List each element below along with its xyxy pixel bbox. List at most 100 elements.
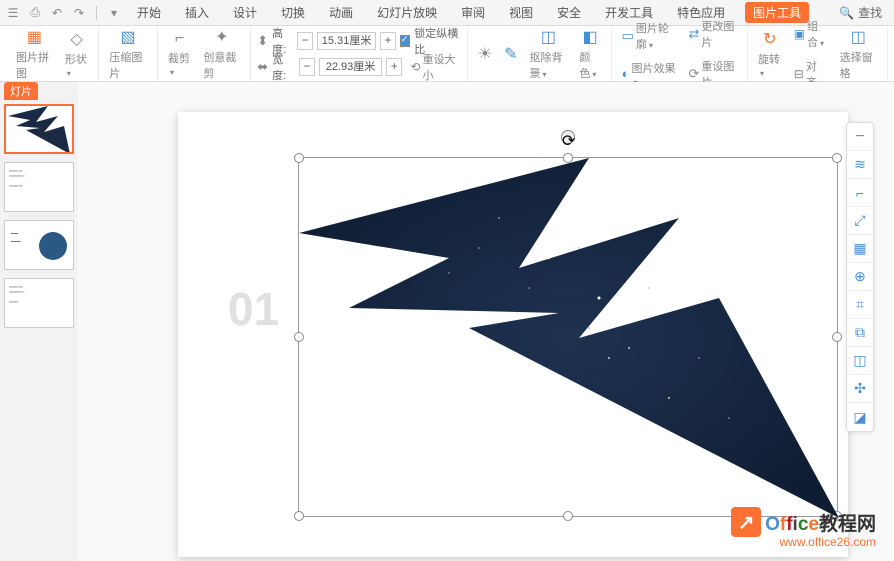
tab-start[interactable]: 开始 [133, 2, 165, 23]
lightning-bolt-image[interactable] [299, 158, 839, 518]
color-label: 颜色▾ [579, 49, 600, 81]
remove-bg-icon: ◫ [541, 27, 556, 47]
quick-access-toolbar: ☰ ⎙ ↶ ↷ ▾ [6, 6, 133, 20]
pic-stitch-button[interactable]: ▦ 图片拼图 [12, 25, 57, 83]
height-row: ⬍ 高度: − 15.31厘米 + 锁定纵横比 [257, 30, 461, 52]
tab-insert[interactable]: 插入 [181, 2, 213, 23]
rotate-button[interactable]: ↻ 旋转▾ [754, 27, 786, 81]
separator [96, 6, 97, 20]
search-icon: 🔍 [839, 6, 854, 20]
width-label: 宽度: [272, 51, 295, 83]
color-button[interactable]: ◧ 颜色▾ [575, 25, 604, 83]
selection-box[interactable]: ⟳ [298, 157, 838, 517]
ribbon-group-crop: ⌐ 裁剪▾ ✦ 创意裁剪 [158, 26, 251, 81]
ribbon-group-size: ⬍ 高度: − 15.31厘米 + 锁定纵横比 ⬌ 宽度: − 22.93厘米 … [251, 26, 468, 81]
grid-tool-icon[interactable]: ▦ [847, 235, 873, 263]
change-pic-button[interactable]: ⇄ 更改图片 [685, 16, 741, 52]
menu-bar: ☰ ⎙ ↶ ↷ ▾ 开始 插入 设计 切换 动画 幻灯片放映 审阅 视图 安全 … [0, 0, 894, 26]
group-button[interactable]: ▣ 组合▾ [790, 16, 832, 52]
width-row: ⬌ 宽度: − 22.93厘米 + ⟲重设大小 [257, 56, 461, 78]
rotate-icon: ↻ [763, 29, 776, 49]
zoom-tool-icon[interactable]: ⊕ [847, 263, 873, 291]
ribbon: ▦ 图片拼图 ◇ 形状▾ ▧ 压缩图片 ⌐ 裁剪▾ ✦ 创意裁剪 ⬍ 高度: − [0, 26, 894, 82]
height-decrease-button[interactable]: − [297, 32, 313, 50]
selection-pane-button[interactable]: ◫ 选择窗格 [836, 25, 881, 83]
sharpen-button[interactable]: ✎ [500, 42, 521, 66]
lock-ratio-checkbox[interactable] [400, 35, 410, 47]
tab-review[interactable]: 审阅 [457, 2, 489, 23]
pic-outline-button[interactable]: ▭ 图片轮廓▾ [618, 18, 681, 54]
tab-animation[interactable]: 动画 [325, 2, 357, 23]
change-pic-label: 更改图片 [701, 18, 737, 50]
thumb-bolt-icon [6, 106, 74, 154]
reset-pic-icon: ⟳ [689, 66, 700, 82]
duplicate-tool-icon[interactable]: ◫ [847, 347, 873, 375]
group-label: 组合▾ [807, 18, 828, 50]
qat-dropdown-icon[interactable]: ▾ [107, 6, 121, 20]
tab-slideshow[interactable]: 幻灯片放映 [373, 2, 441, 23]
crop-button[interactable]: ⌐ 裁剪▾ [164, 28, 196, 80]
tab-design[interactable]: 设计 [229, 2, 261, 23]
height-value[interactable]: 15.31厘米 [317, 32, 376, 50]
crop-icon: ⌐ [175, 30, 184, 48]
search-button[interactable]: 🔍 查找 [839, 4, 882, 21]
redo-icon[interactable]: ↷ [72, 6, 86, 20]
slide-thumb-1[interactable] [4, 104, 74, 154]
filter-tool-icon[interactable]: ⌗ [847, 291, 873, 319]
selection-pane-label: 选择窗格 [840, 49, 877, 81]
fit-tool-icon[interactable]: ⤢ [847, 207, 873, 235]
width-increase-button[interactable]: + [386, 58, 402, 76]
tab-transition[interactable]: 切换 [277, 2, 309, 23]
main-area: 灯片 ━━━━━ ━━━━━━━━━ ━━━━━━ ━━ ━━━ ━━━━ ━━… [0, 82, 894, 561]
slide[interactable]: 01 ⟳ [178, 112, 848, 557]
remove-bg-label: 抠除背景▾ [530, 49, 568, 81]
watermark-url: www.office26.com [731, 535, 876, 549]
style-col2: ⇄ 更改图片 ⟳ 重设图片 [685, 16, 741, 92]
layers-tool-icon[interactable]: ≋ [847, 151, 873, 179]
watermark-brand: Office教程网 [765, 509, 876, 536]
watermark: ↗ Office教程网 www.office26.com [731, 507, 876, 549]
remove-bg-button[interactable]: ◫ 抠除背景▾ [526, 25, 572, 83]
thumb-tab-label[interactable]: 灯片 [4, 82, 38, 100]
sharpen-icon: ✎ [504, 44, 517, 64]
compress-button[interactable]: ▧ 压缩图片 [105, 25, 150, 83]
slide-thumb-4[interactable]: ━━━━━ ━━━━━━━━━ ━━━━━━ [4, 278, 74, 328]
compress-icon: ▧ [121, 27, 136, 47]
mask-tool-icon[interactable]: ◪ [847, 403, 873, 431]
copy-tool-icon[interactable]: ⧉ [847, 319, 873, 347]
print-icon[interactable]: ⎙ [28, 6, 42, 20]
ribbon-group-style: ▭ 图片轮廓▾ ◐ 图片效果▾ ⇄ 更改图片 ⟳ 重设图片 [612, 26, 748, 81]
width-value[interactable]: 22.93厘米 [319, 58, 382, 76]
brightness-button[interactable]: ☀ [474, 42, 496, 66]
canvas-area[interactable]: 01 ⟳ [78, 82, 894, 561]
slide-thumb-2[interactable]: ━━━━━ ━━━━━━━━━ ━━━━━━ ━━ [4, 162, 74, 212]
pic-outline-label: 图片轮廓▾ [636, 20, 677, 52]
reset-size-button[interactable]: ⟲重设大小 [410, 51, 460, 83]
width-decrease-button[interactable]: − [299, 58, 315, 76]
save-icon[interactable]: ☰ [6, 6, 20, 20]
thumb-text-placeholder: ━━━━━ ━━━━━━━━━ ━━━━━━ [5, 279, 73, 311]
width-icon: ⬌ [257, 59, 268, 75]
slide-number: 01 [228, 282, 279, 336]
collapse-button[interactable]: − [847, 123, 873, 151]
tab-security[interactable]: 安全 [553, 2, 585, 23]
rotation-handle[interactable]: ⟳ [561, 130, 575, 144]
tab-view[interactable]: 视图 [505, 2, 537, 23]
ribbon-group-adjust: ☀ ✎ ◫ 抠除背景▾ ◧ 颜色▾ [468, 26, 612, 81]
height-increase-button[interactable]: + [380, 32, 396, 50]
slide-thumb-3[interactable]: ━━━ ━━━━ [4, 220, 74, 270]
crop-tool-icon[interactable]: ⌐ [847, 179, 873, 207]
change-pic-icon: ⇄ [689, 26, 700, 42]
thumb-globe-icon: ━━━ ━━━━ [5, 221, 74, 270]
effects-tool-icon[interactable]: ✣ [847, 375, 873, 403]
selection-pane-icon: ◫ [851, 27, 866, 47]
search-label: 查找 [858, 4, 882, 21]
undo-icon[interactable]: ↶ [50, 6, 64, 20]
rotate-label: 旋转▾ [758, 51, 782, 79]
shape-button[interactable]: ◇ 形状▾ [61, 27, 93, 81]
color-icon: ◧ [582, 27, 597, 47]
group-icon: ▣ [794, 27, 805, 41]
compress-label: 压缩图片 [109, 49, 146, 81]
creative-crop-button[interactable]: ✦ 创意裁剪 [199, 25, 244, 83]
svg-text:━━━━: ━━━━ [10, 239, 21, 244]
